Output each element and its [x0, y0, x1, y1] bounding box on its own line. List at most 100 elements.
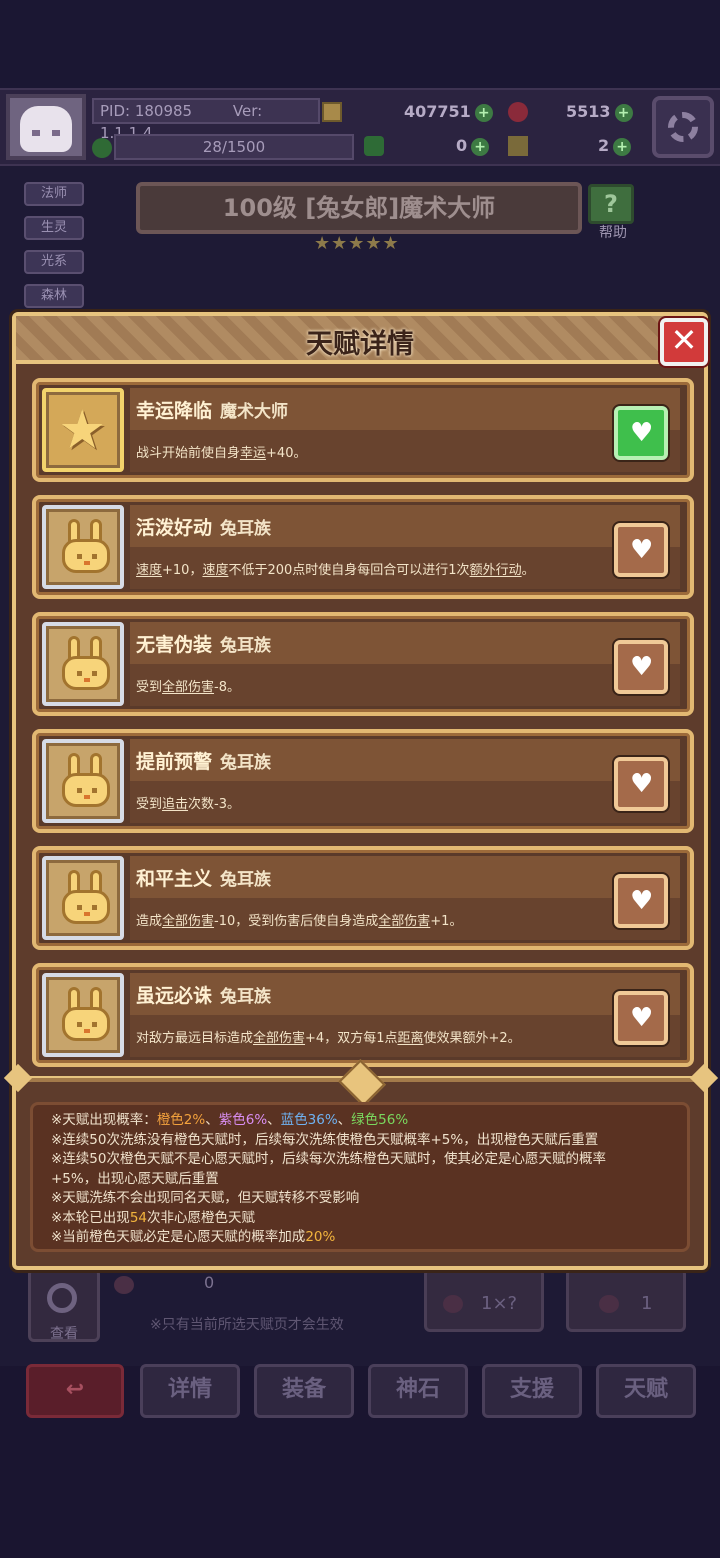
keyword-link[interactable]: 速度: [202, 563, 228, 578]
highlight-text: 54: [129, 1209, 147, 1226]
potion-icon: [443, 1295, 463, 1313]
talent-name: 无害伪装 兔耳族: [136, 630, 271, 657]
gem-icon: [508, 102, 528, 122]
wish-toggle-button[interactable]: ♥: [614, 406, 668, 460]
wish-toggle-button[interactable]: ♥: [614, 757, 668, 811]
talent-description: 战斗开始前使自身幸运+40。: [136, 442, 306, 461]
description-text: 受到: [136, 797, 163, 812]
tab-equipment[interactable]: 装备: [254, 1364, 354, 1418]
tab-talent[interactable]: 天赋: [596, 1364, 696, 1418]
talent-row[interactable]: 活泼好动 兔耳族速度+10，速度不低于200点时使自身每回合可以进行1次额外行动。…: [32, 495, 694, 599]
keyword-link[interactable]: 全部伤害: [162, 914, 214, 929]
talent-description: 速度+10，速度不低于200点时使自身每回合可以进行1次额外行动。: [136, 559, 535, 578]
settings-button[interactable]: [652, 96, 714, 158]
help-button[interactable]: ? 帮助: [588, 184, 638, 241]
keyword-link[interactable]: 幸运: [240, 446, 266, 461]
inspect-button[interactable]: 查看: [28, 1268, 100, 1342]
dialog-header: 天赋详情: [16, 316, 704, 364]
tab-details[interactable]: 详情: [140, 1364, 240, 1418]
bunny-icon: [62, 987, 110, 1043]
talent-row[interactable]: 无害伪装 兔耳族 受到全部伤害-8。 ♥: [32, 612, 694, 716]
gem-value: 5513 +: [566, 102, 633, 122]
description-text: -8。: [214, 680, 240, 695]
clover-icon: [364, 136, 384, 156]
note-text: ※连续50次洗练没有橙色天赋时，后续每次洗练使橙色天赋概率+5%，出现橙色天赋后…: [51, 1131, 599, 1148]
talent-row[interactable]: 和平主义 兔耳族 造成全部伤害-10，受到伤害后使自身造成全部伤害+1。 ♥: [32, 846, 694, 950]
clover-value: 0 +: [456, 136, 490, 156]
description-text: 造成: [136, 914, 163, 929]
bunny-icon: [62, 519, 110, 575]
page-note: ※只有当前所选天赋页才会生效: [150, 1317, 344, 1333]
wish-toggle-button[interactable]: ♥: [614, 523, 668, 577]
talent-tribe: 魔术大师: [220, 402, 289, 422]
add-gold-icon[interactable]: +: [474, 103, 493, 122]
back-button[interactable]: ↩: [26, 1364, 124, 1418]
magnifier-icon: [47, 1283, 77, 1313]
add-gem-icon[interactable]: +: [614, 103, 633, 122]
heart-icon: ♥: [630, 886, 654, 916]
highlight-text: 紫色6%: [218, 1112, 268, 1128]
talent-icon-frame: [42, 739, 124, 823]
description-text: 战斗开始前使自身: [136, 446, 241, 461]
tab-support[interactable]: 支援: [482, 1364, 582, 1418]
add-shard-icon[interactable]: +: [613, 137, 632, 156]
talent-name: 活泼好动 兔耳族: [136, 513, 271, 540]
talent-name-text: 提前预警: [136, 751, 213, 773]
avatar-eye: [52, 130, 60, 136]
highlight-text: 绿色56%: [351, 1112, 409, 1128]
talent-name: 提前预警 兔耳族: [136, 747, 271, 774]
wish-toggle-button[interactable]: ♥: [614, 640, 668, 694]
talent-name: 和平主义 兔耳族: [136, 864, 271, 891]
keyword-link[interactable]: 速度: [136, 563, 162, 578]
keyword-link[interactable]: 全部伤害: [253, 1031, 305, 1046]
shard-icon: [508, 136, 528, 156]
top-hud: PID: 180985 Ver: 1.1.1.4 407751 + 5513 + 2…: [0, 88, 720, 166]
wish-toggle-button[interactable]: ♥: [614, 874, 668, 928]
heart-icon: ♥: [630, 418, 654, 448]
talent-name-text: 虽远必诛: [136, 985, 213, 1007]
keyword-link[interactable]: 额外行动: [470, 563, 522, 578]
talent-tribe: 兔耳族: [220, 519, 272, 539]
star-rating: ★★★★★: [314, 233, 400, 254]
talent-row[interactable]: 提前预警 兔耳族受到追击次数-3。 ♥: [32, 729, 694, 833]
coin-icon: [322, 102, 342, 122]
description-text: +10，: [162, 563, 203, 578]
talent-name: 虽远必诛 兔耳族: [136, 981, 271, 1008]
keyword-link[interactable]: 全部伤害: [378, 914, 430, 929]
auto-refine-button[interactable]: 1×?: [424, 1268, 544, 1332]
talent-name-text: 活泼好动: [136, 517, 213, 539]
clover-text: 0: [456, 136, 468, 155]
talent-row[interactable]: 虽远必诛 兔耳族 对敌方最远目标造成全部伤害+4，双方每1点距离使效果额外+2。 ♥: [32, 963, 694, 1067]
exp-bar: 28/1500: [114, 134, 354, 160]
note-line: ※天赋洗练不会出现同名天赋，但天赋转移不受影响: [51, 1189, 669, 1209]
talent-row[interactable]: ★ 幸运降临 魔术大师战斗开始前使自身幸运+40。 ♥: [32, 378, 694, 482]
talent-name: 幸运降临 魔术大师: [136, 396, 288, 423]
description-text: 次数-3。: [188, 797, 240, 812]
note-text: ※当前橙色天赋必定是心愿天赋的概率加成: [51, 1229, 306, 1245]
talent-tribe: 兔耳族: [220, 753, 272, 773]
pid-text: PID: 180985: [100, 102, 193, 120]
heart-icon: ♥: [630, 535, 654, 565]
description-text: +1。: [430, 914, 463, 929]
potion-icon: [114, 1276, 134, 1294]
avatar[interactable]: [6, 94, 86, 160]
heart-icon: ♥: [630, 769, 654, 799]
tab-godstone[interactable]: 神石: [368, 1364, 468, 1418]
add-clover-icon[interactable]: +: [471, 137, 490, 156]
description-text: 使效果额外+2。: [423, 1031, 521, 1046]
keyword-link[interactable]: 距离: [397, 1031, 423, 1046]
side-tag-element: 光系: [24, 250, 84, 274]
star-icon: ★: [58, 398, 107, 461]
inspect-label: 查看: [50, 1326, 78, 1342]
wish-toggle-button[interactable]: ♥: [614, 991, 668, 1045]
description-text: +40。: [266, 446, 307, 461]
keyword-link[interactable]: 全部伤害: [162, 680, 214, 695]
talent-tribe: 兔耳族: [220, 636, 272, 656]
gem-text: 5513: [566, 102, 611, 121]
gear-icon: [668, 112, 698, 142]
talent-name-text: 幸运降临: [136, 400, 213, 422]
keyword-link[interactable]: 追击: [162, 797, 188, 812]
close-button[interactable]: ✕: [660, 318, 708, 366]
refine-button[interactable]: 1: [566, 1268, 686, 1332]
talent-name-text: 无害伪装: [136, 634, 213, 656]
